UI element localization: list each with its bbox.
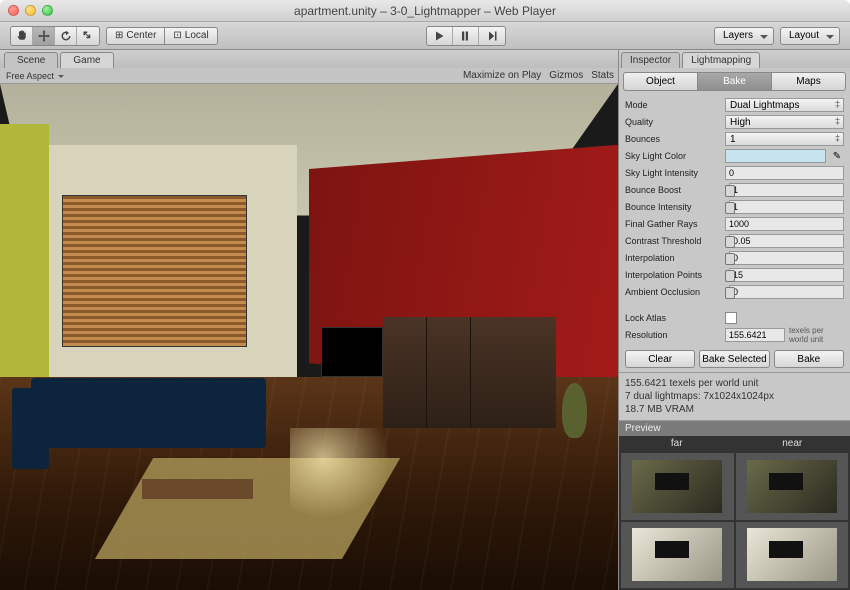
interpolation-input[interactable]: [729, 251, 844, 265]
mode-dropdown[interactable]: Dual Lightmaps: [725, 98, 844, 112]
preview-header: Preview: [619, 421, 850, 436]
inspector-tabbar: Inspector Lightmapping: [619, 50, 850, 68]
skylight-color-label: Sky Light Color: [625, 151, 725, 161]
bounce-boost-label: Bounce Boost: [625, 185, 725, 195]
pivot-center-button[interactable]: ⊞Center: [106, 27, 164, 45]
interpolation-label: Interpolation: [625, 253, 725, 263]
lock-atlas-checkbox[interactable]: [725, 312, 737, 324]
lightmap-thumb-far-1[interactable]: [621, 522, 734, 589]
scale-tool-icon[interactable]: [77, 27, 99, 45]
hand-tool-icon[interactable]: [11, 27, 33, 45]
step-button[interactable]: [479, 27, 505, 45]
resolution-input[interactable]: [725, 328, 785, 342]
final-gather-input[interactable]: [725, 217, 844, 231]
close-window-icon[interactable]: [8, 5, 19, 16]
aspect-dropdown[interactable]: Free Aspect: [4, 71, 66, 81]
subtab-bake[interactable]: Bake: [697, 72, 772, 91]
traffic-lights: [8, 5, 53, 16]
minimize-window-icon[interactable]: [25, 5, 36, 16]
preview-near-label: near: [735, 436, 850, 451]
clear-button[interactable]: Clear: [625, 350, 695, 368]
stats-line3: 18.7 MB VRAM: [625, 403, 844, 416]
game-view-bar: Free Aspect Maximize on Play Gizmos Stat…: [0, 68, 618, 84]
lightmap-thumb-near-0[interactable]: [736, 453, 849, 520]
ao-label: Ambient Occlusion: [625, 287, 725, 297]
tab-game[interactable]: Game: [60, 52, 113, 68]
transform-tools: [10, 26, 100, 46]
resolution-unit: texels per world unit: [789, 326, 844, 344]
playback-controls: [426, 26, 506, 46]
mode-label: Mode: [625, 100, 725, 110]
inspector-panel: Inspector Lightmapping Object Bake Maps …: [618, 50, 850, 590]
window-titlebar: apartment.unity – 3-0_Lightmapper – Web …: [0, 0, 850, 22]
tab-scene[interactable]: Scene: [4, 52, 58, 68]
bake-selected-button[interactable]: Bake Selected: [699, 350, 769, 368]
viewport-tabbar: Scene Game: [0, 50, 618, 68]
pivot-controls: ⊞Center ⊡Local: [106, 27, 218, 45]
stats-toggle[interactable]: Stats: [591, 70, 614, 81]
local-icon: ⊡: [173, 30, 181, 41]
gizmos-toggle[interactable]: Gizmos: [549, 70, 583, 81]
lightmapping-subtabs: Object Bake Maps: [623, 72, 846, 91]
eyedropper-icon[interactable]: ✎: [830, 149, 844, 163]
final-gather-label: Final Gather Rays: [625, 219, 725, 229]
skylight-intensity-input[interactable]: [725, 166, 844, 180]
preview-far-label: far: [619, 436, 735, 451]
quality-label: Quality: [625, 117, 725, 127]
maximize-on-play-toggle[interactable]: Maximize on Play: [463, 70, 541, 81]
bounce-intensity-input[interactable]: [729, 200, 844, 214]
layout-dropdown[interactable]: Layout: [780, 27, 840, 45]
quality-dropdown[interactable]: High: [725, 115, 844, 129]
game-render: [0, 84, 618, 590]
bake-properties: ModeDual Lightmaps QualityHigh Bounces1 …: [619, 95, 850, 346]
preview-area: far near: [619, 436, 850, 590]
center-icon: ⊞: [115, 30, 123, 41]
bounce-boost-input[interactable]: [729, 183, 844, 197]
tab-lightmapping[interactable]: Lightmapping: [682, 52, 760, 68]
stats-line2: 7 dual lightmaps: 7x1024x1024px: [625, 390, 844, 403]
stats-line1: 155.6421 texels per world unit: [625, 377, 844, 390]
tab-inspector[interactable]: Inspector: [621, 52, 680, 68]
bake-actions: Clear Bake Selected Bake: [619, 346, 850, 372]
bake-button[interactable]: Bake: [774, 350, 844, 368]
toolbar-right: Layers Layout: [714, 27, 840, 45]
toolbar: ⊞Center ⊡Local Layers Layout: [0, 22, 850, 50]
skylight-color-field[interactable]: [725, 149, 826, 163]
subtab-object[interactable]: Object: [623, 72, 697, 91]
layers-dropdown[interactable]: Layers: [714, 27, 774, 45]
contrast-input[interactable]: [729, 234, 844, 248]
move-tool-icon[interactable]: [33, 27, 55, 45]
interp-points-label: Interpolation Points: [625, 270, 725, 280]
skylight-intensity-label: Sky Light Intensity: [625, 168, 725, 178]
zoom-window-icon[interactable]: [42, 5, 53, 16]
contrast-label: Contrast Threshold: [625, 236, 725, 246]
lock-atlas-label: Lock Atlas: [625, 313, 725, 323]
window-title: apartment.unity – 3-0_Lightmapper – Web …: [0, 4, 850, 18]
pivot-local-button[interactable]: ⊡Local: [164, 27, 217, 45]
pause-button[interactable]: [453, 27, 479, 45]
bounces-label: Bounces: [625, 134, 725, 144]
bounce-intensity-label: Bounce Intensity: [625, 202, 725, 212]
bounces-dropdown[interactable]: 1: [725, 132, 844, 146]
lightmap-thumb-far-0[interactable]: [621, 453, 734, 520]
play-button[interactable]: [427, 27, 453, 45]
lightmap-stats: 155.6421 texels per world unit 7 dual li…: [619, 372, 850, 421]
viewport-pane: Scene Game Free Aspect Maximize on Play …: [0, 50, 618, 590]
interp-points-input[interactable]: [729, 268, 844, 282]
resolution-label: Resolution: [625, 330, 725, 340]
rotate-tool-icon[interactable]: [55, 27, 77, 45]
subtab-maps[interactable]: Maps: [772, 72, 846, 91]
ao-input[interactable]: [729, 285, 844, 299]
lightmap-thumb-near-1[interactable]: [736, 522, 849, 589]
